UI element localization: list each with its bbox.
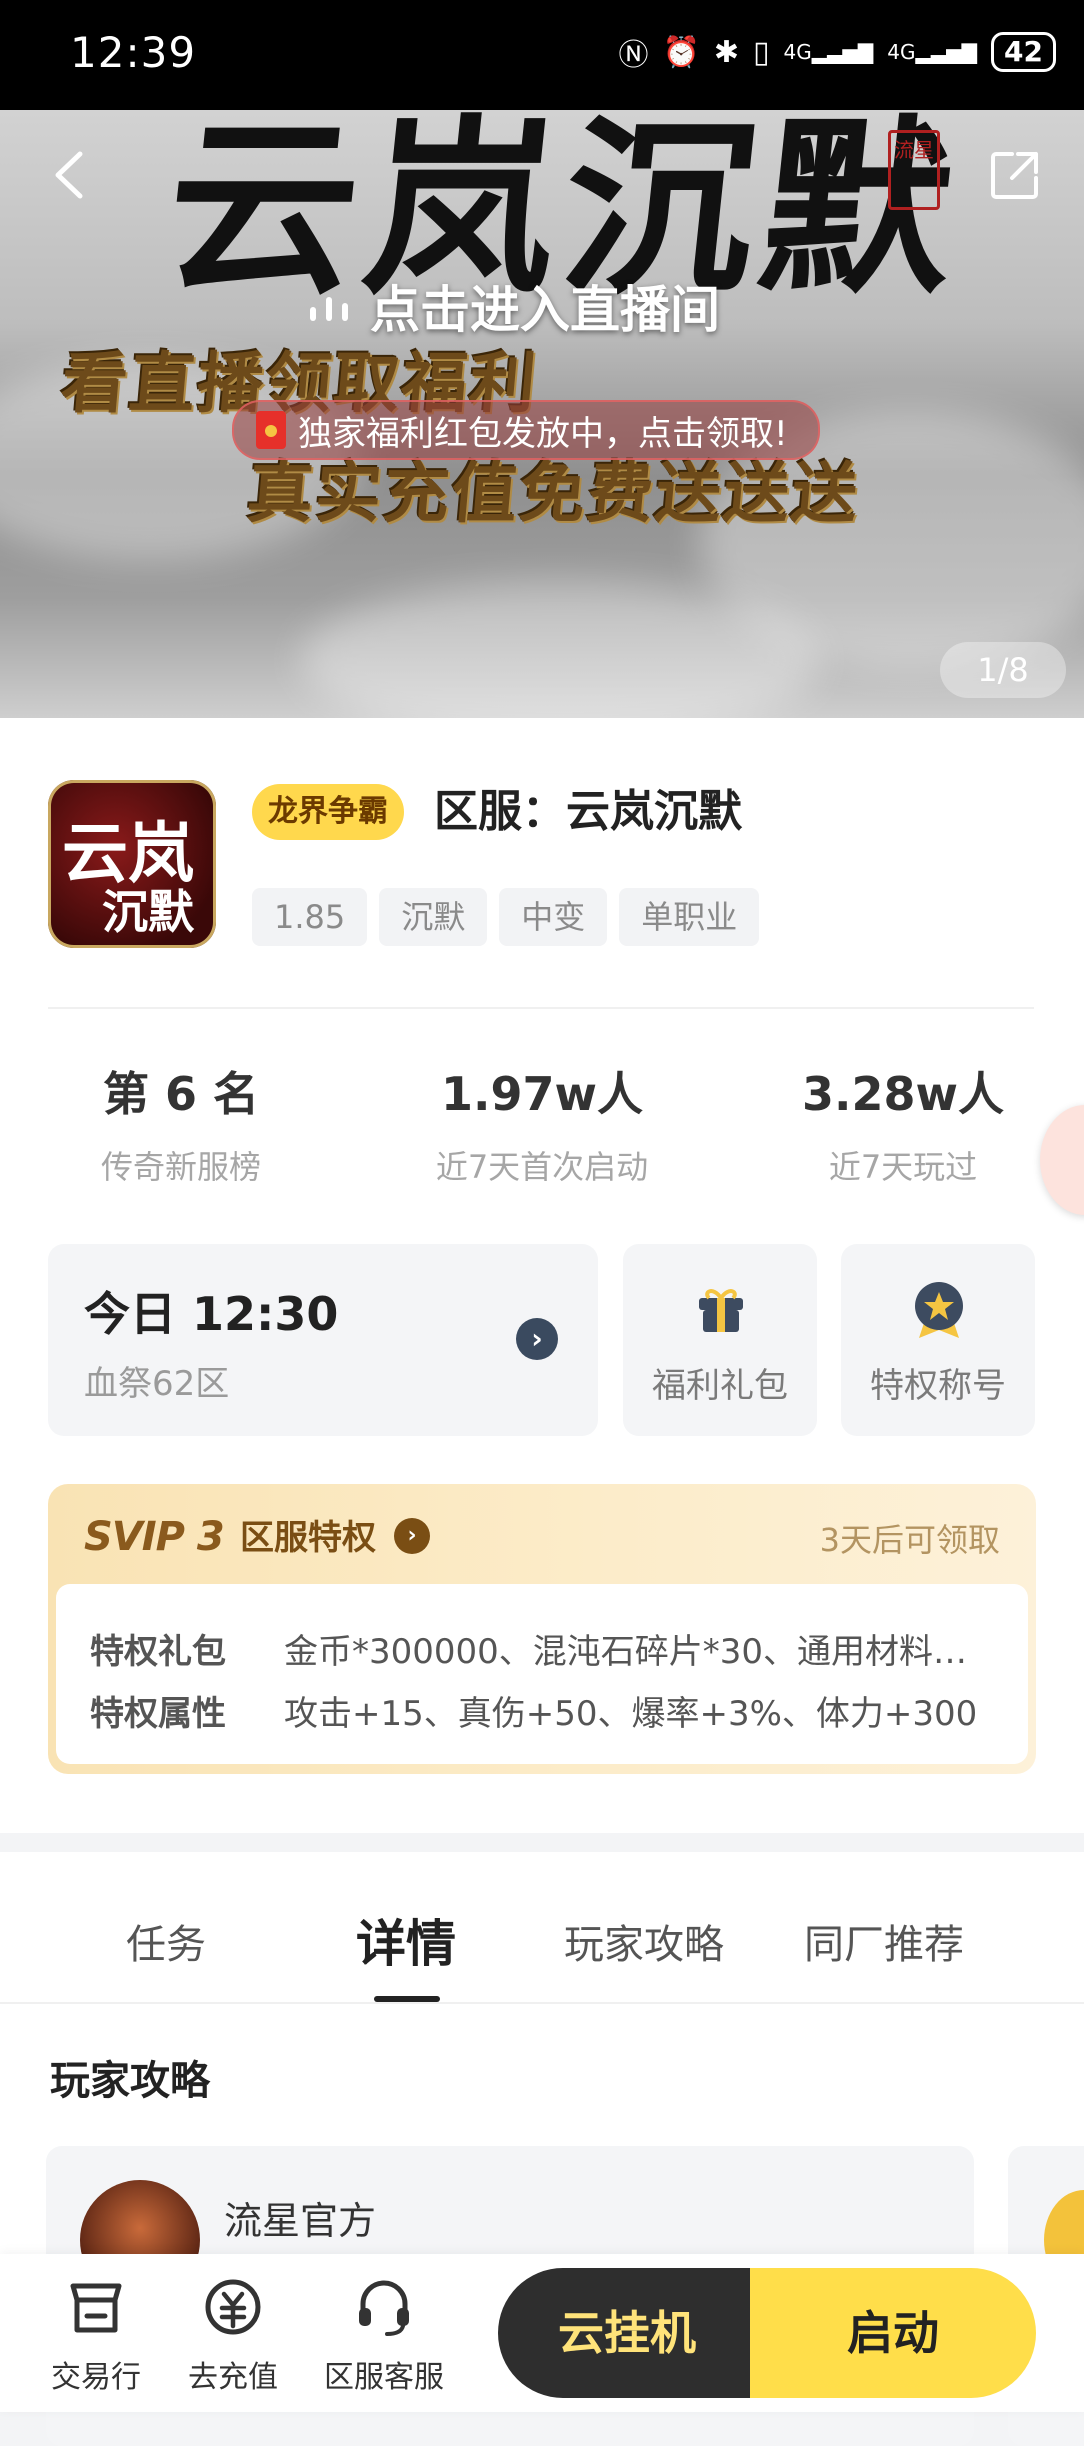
chevron-right-icon[interactable]: › (516, 1318, 558, 1360)
svip-row-key: 特权礼包 (90, 1632, 226, 1672)
gift-pack-button[interactable]: 福利礼包 (623, 1244, 817, 1436)
cloud-idle-label: 云挂机 (558, 2306, 696, 2360)
cloud-idle-button[interactable]: 云挂机 (498, 2268, 766, 2398)
svip-detail (56, 1584, 1028, 1764)
live-bars-icon (310, 291, 348, 321)
title-privilege-button[interactable]: 特权称号 (841, 1244, 1035, 1436)
tab-details[interactable]: 详情 (356, 1904, 456, 1976)
status-time: 12:39 (70, 28, 197, 77)
svip-claim-status: 3天后可领取 (819, 1521, 1000, 1559)
recharge-button[interactable]: 去充值 (173, 2276, 293, 2396)
tag: 单职业 (619, 888, 760, 946)
shop-icon (70, 2283, 122, 2333)
tab-indicator (374, 1996, 440, 2002)
stat-rank[interactable]: 第 6 名 传奇新服榜 (16, 1058, 346, 1188)
recharge-icon (205, 2279, 261, 2335)
tab-same-studio[interactable]: 同厂推荐 (804, 1912, 964, 1970)
back-icon[interactable] (46, 150, 96, 200)
redpacket-text: 独家福利红包发放中，点击领取! (298, 413, 788, 454)
banner-pager: 1/8 (940, 642, 1066, 698)
game-icon-text-bottom: 沉默 (102, 885, 194, 939)
start-label: 启动 (847, 2306, 939, 2360)
tab-player-guides[interactable]: 玩家攻略 (564, 1912, 724, 1970)
medal-icon (915, 1282, 963, 1338)
battery-indicator: 42 (991, 32, 1056, 72)
game-badge: 龙界争霸 (252, 784, 404, 840)
svip-row-attr: 特权属性 攻击+15、真伤+50、爆率+3%、体力+300 (90, 1686, 990, 1735)
trade-label: 交易行 (51, 2360, 141, 2395)
stat-label: 近7天玩过 (828, 1148, 978, 1186)
chevron-right-icon[interactable]: › (394, 1518, 430, 1554)
support-label: 区服客服 (324, 2360, 444, 2395)
svip-title: 区服特权 (240, 1518, 376, 1558)
svip-row-value: 攻击+15、真伤+50、爆率+3%、体力+300 (284, 1694, 978, 1734)
svip-row-value: 金币*300000、混沌石碎片*30、通用材料… (284, 1632, 968, 1672)
game-title: 区服：云岚沉默 (434, 786, 742, 837)
redpacket-pill[interactable]: 独家福利红包发放中，点击领取! (232, 400, 820, 460)
game-icon: 云岚 沉默 (48, 780, 216, 948)
title-privilege-label: 特权称号 (870, 1366, 1006, 1406)
tab-tasks[interactable]: 任务 (126, 1912, 206, 1970)
stat-value: 1.97w人 (441, 1067, 643, 1121)
stat-first-launch: 1.97w人 近7天首次启动 (377, 1058, 707, 1188)
trade-button[interactable]: 交易行 (36, 2276, 156, 2396)
stat-value: 第 6 名 (102, 1067, 260, 1121)
server-open-time: 今日 12:30 (84, 1287, 339, 1341)
server-name: 血祭62区 (84, 1364, 230, 1404)
divider (48, 1007, 1034, 1009)
section-title: 玩家攻略 (50, 2058, 210, 2104)
headset-icon (359, 2280, 409, 2336)
tag: 中变 (499, 888, 608, 946)
tag: 1.85 (252, 888, 368, 946)
start-button[interactable]: 启动 (750, 2268, 1036, 2398)
svip-row-gift: 特权礼包 金币*300000、混沌石碎片*30、通用材料… (90, 1624, 990, 1673)
author-name: 流星官方 (224, 2199, 377, 2243)
share-icon[interactable] (988, 148, 1042, 202)
support-button[interactable]: 区服客服 (324, 2276, 444, 2396)
stat-label: 近7天首次启动 (435, 1148, 649, 1186)
gift-icon (699, 1289, 743, 1332)
stat-played: 3.28w人 近7天玩过 (738, 1058, 1068, 1188)
stat-label: 传奇新服榜 (100, 1148, 261, 1186)
tag-list: 1.85 沉默 中变 单职业 (252, 888, 760, 946)
recharge-label: 去充值 (188, 2360, 278, 2395)
svip-logo: SVIP 3 (84, 1514, 225, 1560)
gift-pack-label: 福利礼包 (652, 1366, 788, 1406)
stat-value: 3.28w人 (802, 1067, 1004, 1121)
red-envelope-icon (256, 411, 286, 449)
tag: 沉默 (379, 888, 488, 946)
banner-seal: 流星 (888, 130, 940, 210)
svip-row-key: 特权属性 (90, 1694, 226, 1734)
